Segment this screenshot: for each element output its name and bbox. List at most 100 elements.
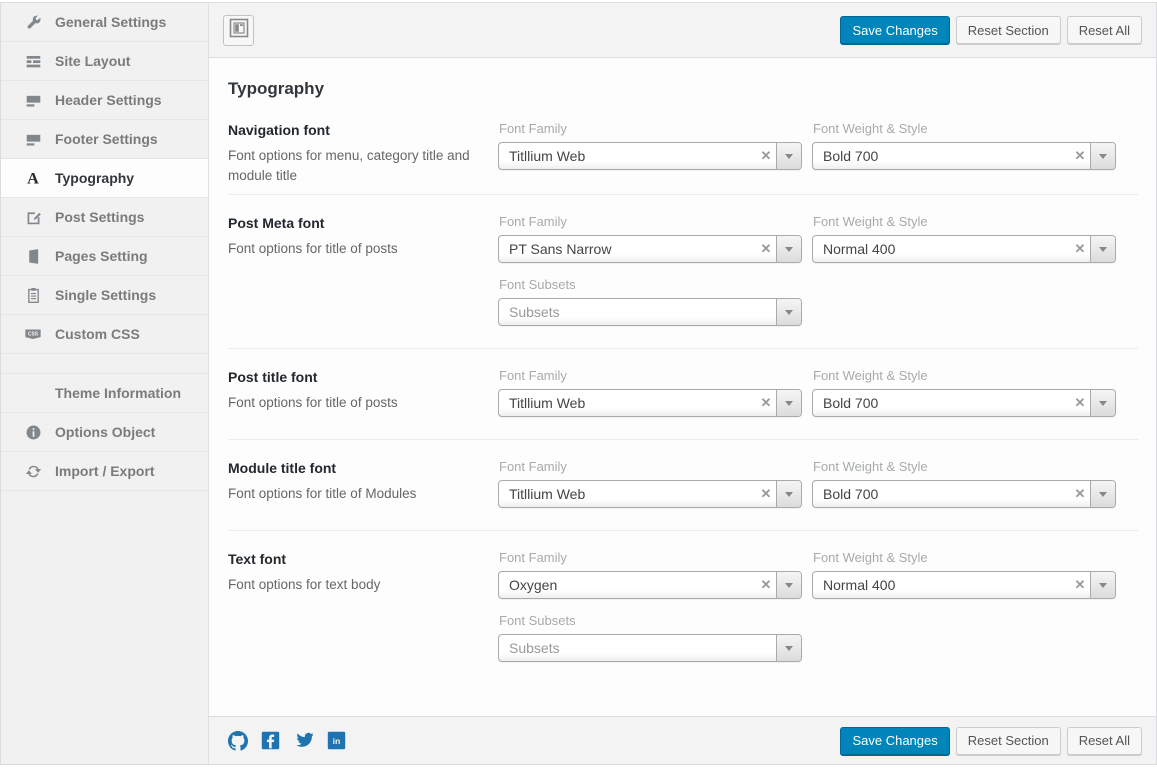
reset-section-button[interactable]: Reset Section bbox=[956, 727, 1061, 755]
dropdown-arrow-icon[interactable] bbox=[776, 390, 801, 416]
sidebar-item-pages-setting[interactable]: Pages Setting bbox=[1, 237, 208, 276]
font-family-field: Font Family PT Sans Narrow ✕ bbox=[498, 214, 802, 263]
field-label: Font Family bbox=[499, 550, 802, 565]
linkedin-icon[interactable]: in bbox=[327, 731, 346, 750]
reset-all-button[interactable]: Reset All bbox=[1067, 727, 1142, 755]
pages-icon bbox=[24, 247, 42, 265]
reset-all-button[interactable]: Reset All bbox=[1067, 16, 1142, 44]
sidebar-item-single-settings[interactable]: Single Settings bbox=[1, 276, 208, 315]
field-label: Font Weight & Style bbox=[813, 368, 1116, 383]
font-weight-field: Font Weight & Style Normal 400 ✕ bbox=[812, 214, 1116, 263]
font-weight-field: Font Weight & Style Normal 400 ✕ bbox=[812, 550, 1116, 599]
setting-description: Font options for title of Modules bbox=[228, 484, 470, 504]
font-family-select[interactable]: Titllium Web ✕ bbox=[498, 142, 802, 170]
clear-icon[interactable]: ✕ bbox=[1070, 481, 1090, 507]
clear-icon[interactable]: ✕ bbox=[756, 236, 776, 262]
sidebar-item-typography[interactable]: A Typography bbox=[1, 159, 208, 198]
no-icon bbox=[24, 384, 42, 402]
font-family-field: Font Family Titllium Web ✕ bbox=[498, 121, 802, 172]
selected-value: Oxygen bbox=[499, 572, 756, 598]
site-layout-icon bbox=[24, 52, 42, 70]
sidebar-item-site-layout[interactable]: Site Layout bbox=[1, 42, 208, 81]
selected-value: Titllium Web bbox=[499, 481, 756, 507]
twitter-icon[interactable] bbox=[293, 730, 314, 751]
dropdown-arrow-icon[interactable] bbox=[1090, 143, 1115, 169]
clear-icon[interactable]: ✕ bbox=[1070, 390, 1090, 416]
font-weight-select[interactable]: Bold 700 ✕ bbox=[812, 389, 1116, 417]
sidebar-item-label: Post Settings bbox=[55, 209, 144, 225]
sync-icon bbox=[24, 462, 42, 480]
sidebar-item-post-settings[interactable]: Post Settings bbox=[1, 198, 208, 237]
setting-row-text-font: Text font Font options for text body Fon… bbox=[228, 531, 1138, 684]
font-family-select[interactable]: Oxygen ✕ bbox=[498, 571, 802, 599]
selected-value: Bold 700 bbox=[813, 390, 1070, 416]
setting-row-post-title-font: Post title font Font options for title o… bbox=[228, 349, 1138, 440]
save-changes-button[interactable]: Save Changes bbox=[840, 16, 949, 44]
field-label: Font Subsets bbox=[499, 277, 802, 292]
setting-title: Navigation font bbox=[228, 121, 470, 140]
font-subsets-select[interactable]: Subsets bbox=[498, 298, 802, 326]
dropdown-arrow-icon[interactable] bbox=[1090, 572, 1115, 598]
dropdown-arrow-icon[interactable] bbox=[776, 236, 801, 262]
clear-icon[interactable]: ✕ bbox=[756, 143, 776, 169]
sidebar-item-header-settings[interactable]: Header Settings bbox=[1, 81, 208, 120]
sidebar-item-theme-information[interactable]: Theme Information bbox=[1, 374, 208, 413]
save-changes-button[interactable]: Save Changes bbox=[840, 727, 949, 755]
font-family-select[interactable]: PT Sans Narrow ✕ bbox=[498, 235, 802, 263]
dropdown-arrow-icon[interactable] bbox=[776, 572, 801, 598]
field-label: Font Family bbox=[499, 214, 802, 229]
field-label: Font Family bbox=[499, 121, 802, 136]
clear-icon[interactable]: ✕ bbox=[756, 481, 776, 507]
font-weight-select[interactable]: Normal 400 ✕ bbox=[812, 235, 1116, 263]
setting-title: Text font bbox=[228, 550, 470, 569]
clear-icon[interactable]: ✕ bbox=[1070, 572, 1090, 598]
setting-description: Font options for text body bbox=[228, 575, 470, 595]
sidebar-item-general-settings[interactable]: General Settings bbox=[1, 3, 208, 42]
setting-row-navigation-font: Navigation font Font options for menu, c… bbox=[228, 102, 1138, 195]
theme-options-panel: General Settings Site Layout Header Sett… bbox=[0, 2, 1157, 765]
font-subsets-field: Font Subsets Subsets bbox=[498, 613, 802, 662]
dropdown-arrow-icon[interactable] bbox=[1090, 236, 1115, 262]
typography-settings-content: Typography Navigation font Font options … bbox=[209, 58, 1156, 716]
header-icon bbox=[24, 91, 42, 109]
edit-icon bbox=[24, 208, 42, 226]
svg-text:in: in bbox=[333, 736, 341, 746]
sidebar-item-label: Typography bbox=[55, 170, 134, 186]
dropdown-arrow-icon[interactable] bbox=[1090, 481, 1115, 507]
setting-title: Post Meta font bbox=[228, 214, 470, 233]
font-weight-select[interactable]: Bold 700 ✕ bbox=[812, 142, 1116, 170]
font-subsets-select[interactable]: Subsets bbox=[498, 634, 802, 662]
font-family-select[interactable]: Titllium Web ✕ bbox=[498, 389, 802, 417]
dropdown-arrow-icon[interactable] bbox=[1090, 390, 1115, 416]
layout-toggle-icon bbox=[229, 18, 249, 43]
field-label: Font Weight & Style bbox=[813, 550, 1116, 565]
sidebar-item-footer-settings[interactable]: Footer Settings bbox=[1, 120, 208, 159]
github-icon[interactable] bbox=[228, 731, 248, 751]
sidebar-item-label: Theme Information bbox=[55, 385, 181, 401]
sidebar-item-import-export[interactable]: Import / Export bbox=[1, 452, 208, 491]
reset-section-button[interactable]: Reset Section bbox=[956, 16, 1061, 44]
font-weight-select[interactable]: Normal 400 ✕ bbox=[812, 571, 1116, 599]
field-label: Font Family bbox=[499, 459, 802, 474]
dropdown-arrow-icon[interactable] bbox=[776, 143, 801, 169]
dropdown-arrow-icon[interactable] bbox=[776, 635, 801, 661]
selected-value: Bold 700 bbox=[813, 143, 1070, 169]
clear-icon[interactable]: ✕ bbox=[1070, 236, 1090, 262]
clear-icon[interactable]: ✕ bbox=[756, 390, 776, 416]
font-family-field: Font Family Titllium Web ✕ bbox=[498, 459, 802, 508]
font-family-select[interactable]: Titllium Web ✕ bbox=[498, 480, 802, 508]
font-weight-select[interactable]: Bold 700 ✕ bbox=[812, 480, 1116, 508]
clear-icon[interactable]: ✕ bbox=[1070, 143, 1090, 169]
font-family-field: Font Family Titllium Web ✕ bbox=[498, 368, 802, 417]
selected-value: Titllium Web bbox=[499, 390, 756, 416]
facebook-icon[interactable] bbox=[261, 731, 280, 750]
dropdown-arrow-icon[interactable] bbox=[776, 299, 801, 325]
page-title: Typography bbox=[228, 79, 1138, 99]
font-weight-field: Font Weight & Style Bold 700 ✕ bbox=[812, 368, 1116, 417]
selected-value: Titllium Web bbox=[499, 143, 756, 169]
clear-icon[interactable]: ✕ bbox=[756, 572, 776, 598]
layout-toggle-button[interactable] bbox=[223, 15, 254, 46]
sidebar-item-custom-css[interactable]: CSS Custom CSS bbox=[1, 315, 208, 354]
sidebar-item-options-object[interactable]: Options Object bbox=[1, 413, 208, 452]
dropdown-arrow-icon[interactable] bbox=[776, 481, 801, 507]
